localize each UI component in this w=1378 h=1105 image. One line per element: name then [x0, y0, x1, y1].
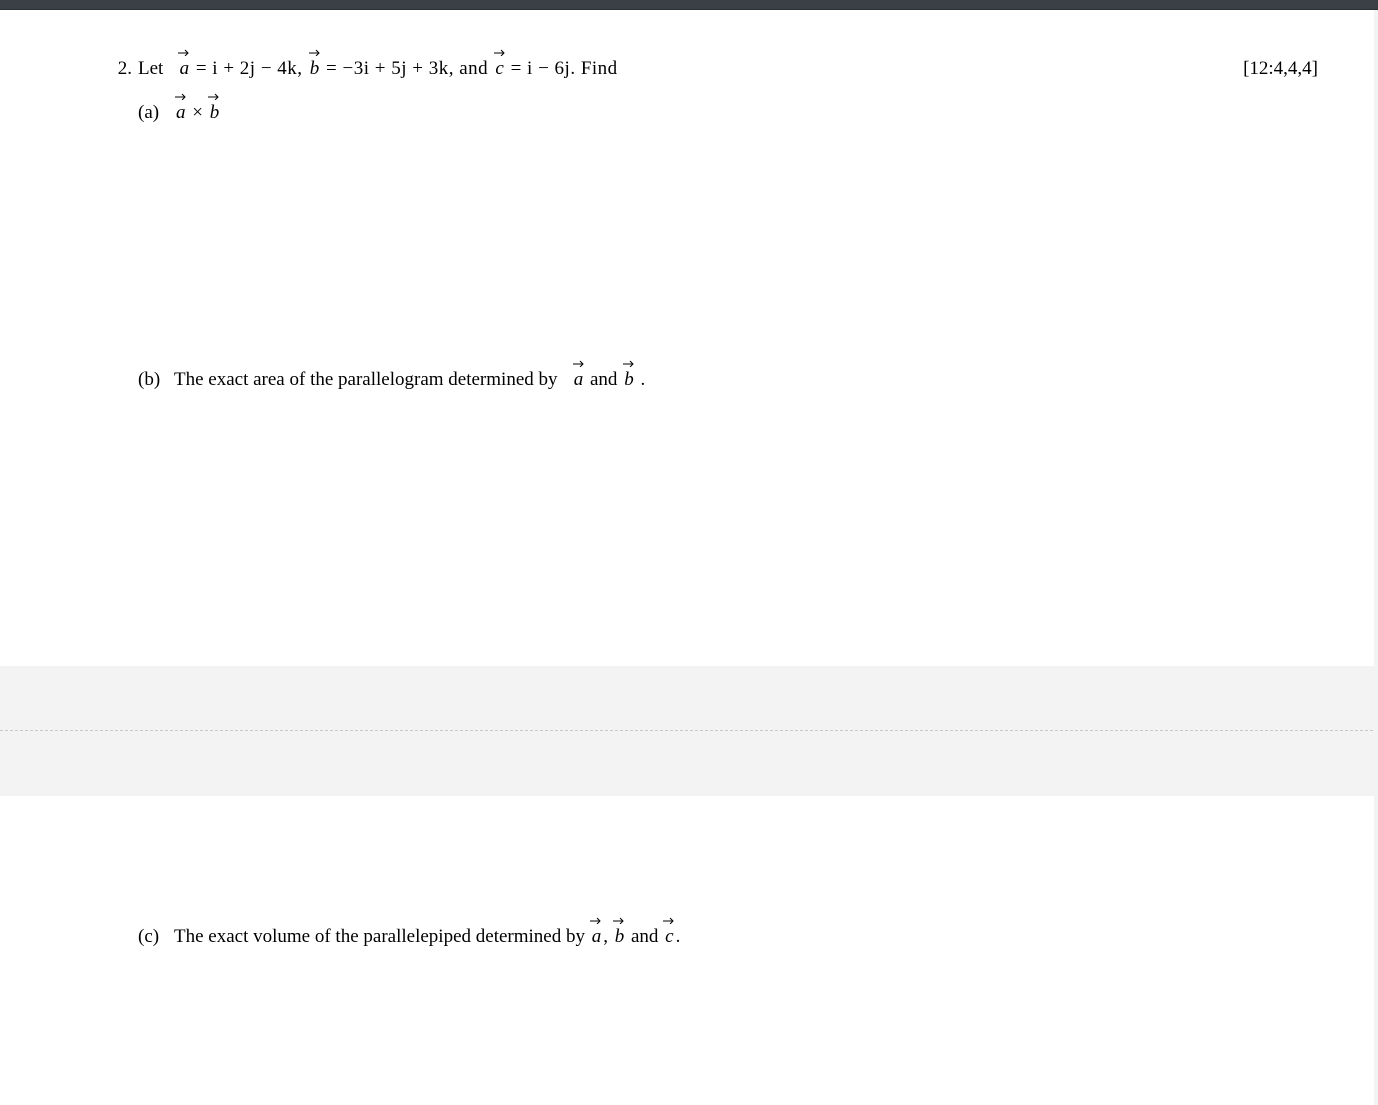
vector-b: b: [308, 58, 322, 80]
vector-b: b: [208, 102, 222, 124]
part-a-label: (a): [138, 102, 174, 124]
question-number: 2.: [108, 58, 138, 80]
stem-prefix: Let: [138, 58, 168, 79]
vector-a: a: [174, 102, 188, 124]
question-stem: 2. Let a = i + 2j − 4k, b = −3i + 5j: [108, 58, 1318, 80]
vector-b-letter: b: [310, 58, 320, 79]
arrow-icon: [612, 916, 626, 924]
part-c: (c) The exact volume of the parallelepip…: [138, 926, 1318, 948]
arrow-icon: [662, 916, 676, 924]
part-b-after: .: [640, 369, 645, 390]
part-b-text: The exact area of the parallelogram dete…: [174, 369, 1318, 391]
vector-b-letter: b: [210, 102, 220, 123]
window-topbar: [0, 0, 1378, 10]
arrow-icon: [308, 48, 322, 56]
part-c-before: The exact volume of the parallelepiped d…: [174, 926, 590, 947]
page-break-top: [0, 666, 1378, 731]
vector-a-letter: a: [574, 369, 584, 390]
part-b-mid: and: [590, 369, 622, 390]
vector-a: a: [572, 369, 586, 391]
sep1: ,: [603, 926, 613, 947]
vec-c-def: = i − 6j. Find: [511, 58, 618, 79]
part-c-text: The exact volume of the parallelepiped d…: [174, 926, 1318, 948]
part-b-label: (b): [138, 369, 174, 391]
cross-symbol: ×: [192, 102, 207, 123]
page-break-bottom: [0, 731, 1378, 796]
arrow-icon: [589, 916, 603, 924]
vec-b-def: = −3i + 5j + 3k, and: [326, 58, 493, 79]
vector-b-letter: b: [624, 369, 634, 390]
page-break: [0, 666, 1378, 796]
arrow-icon: [177, 48, 191, 56]
part-c-label: (c): [138, 926, 174, 948]
vector-c-letter: c: [665, 926, 673, 947]
part-b: (b) The exact area of the parallelogram …: [138, 369, 1318, 391]
sep2: and: [631, 926, 663, 947]
question-text: Let a = i + 2j − 4k, b = −3i + 5j + 3k, …: [138, 58, 1203, 80]
vector-c-letter: c: [495, 58, 503, 79]
arrow-icon: [174, 92, 188, 100]
arrow-icon: [622, 359, 636, 367]
vector-c: c: [663, 926, 675, 948]
document-page: 2. Let a = i + 2j − 4k, b = −3i + 5j: [0, 10, 1378, 948]
vector-c: c: [493, 58, 505, 80]
part-b-before: The exact area of the parallelogram dete…: [174, 369, 562, 390]
arrow-icon: [493, 48, 507, 56]
vector-a-letter: a: [592, 926, 602, 947]
scrollbar-track[interactable]: [1374, 10, 1378, 1105]
marks-allocation: [12:4,4,4]: [1203, 58, 1318, 80]
vector-a-letter: a: [176, 102, 186, 123]
vector-a-letter: a: [180, 58, 190, 79]
vector-b-letter: b: [615, 926, 625, 947]
vector-a: a: [178, 58, 192, 80]
part-a-text: a × b: [174, 102, 1318, 124]
part-c-after: .: [676, 926, 681, 947]
vector-b: b: [613, 926, 627, 948]
part-a: (a) a × b: [138, 102, 1318, 124]
arrow-icon: [572, 359, 586, 367]
vector-a: a: [590, 926, 604, 948]
vec-a-def: = i + 2j − 4k,: [196, 58, 308, 79]
arrow-icon: [207, 92, 221, 100]
vector-b: b: [622, 369, 636, 391]
